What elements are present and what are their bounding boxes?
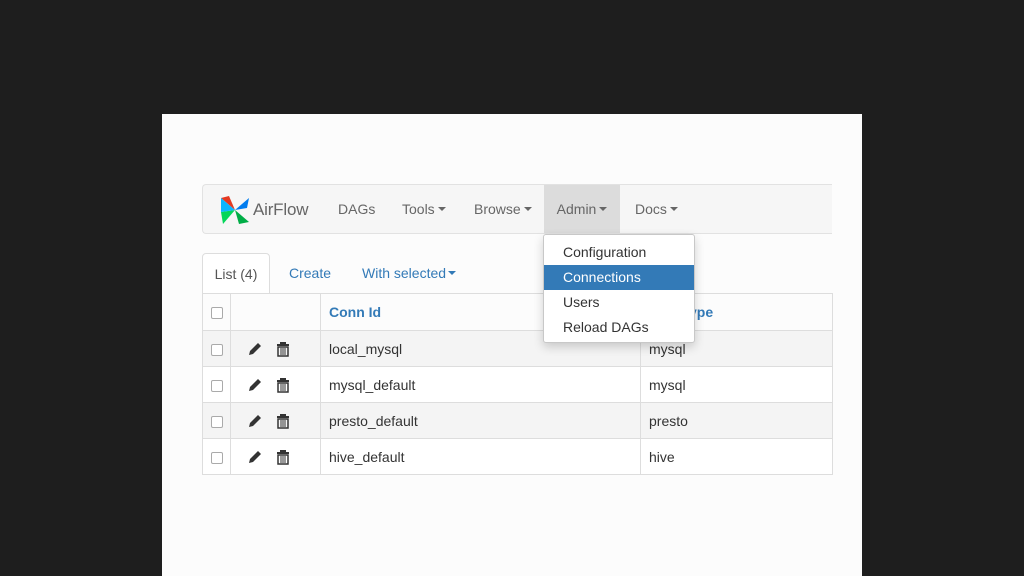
tab-with-selected[interactable]: With selected (362, 253, 457, 293)
brand-name: AirFlow (253, 200, 309, 219)
nav-browse-label: Browse (474, 201, 521, 217)
list-tabs: List (4) Create With selected (202, 253, 832, 294)
conn-id-cell: presto_default (320, 402, 641, 439)
table-row: hive_default hive (202, 438, 833, 475)
connections-table: Conn Id ype local_mysql mysql mysql_defa… (202, 293, 833, 475)
conn-type-cell: presto (640, 402, 833, 439)
nav-tools[interactable]: Tools (402, 185, 446, 233)
menu-item-configuration[interactable]: Configuration (544, 240, 694, 265)
caret-down-icon (448, 271, 457, 276)
select-all-cell (202, 293, 231, 331)
nav-dags[interactable]: DAGs (338, 185, 375, 233)
airflow-pinwheel-icon (221, 196, 249, 224)
nav-admin-label: Admin (556, 201, 597, 217)
nav-browse[interactable]: Browse (474, 185, 532, 233)
trash-icon[interactable] (275, 449, 291, 465)
table-header-row: Conn Id ype (202, 293, 833, 331)
tab-list[interactable]: List (4) (202, 253, 270, 294)
conn-id-cell: hive_default (320, 438, 641, 475)
tab-create[interactable]: Create (289, 253, 331, 293)
pencil-icon[interactable] (247, 413, 263, 429)
caret-down-icon (669, 207, 678, 212)
conn-type-cell: mysql (640, 366, 833, 403)
trash-icon[interactable] (275, 377, 291, 393)
caret-down-icon (599, 207, 608, 212)
row-checkbox[interactable] (211, 379, 223, 392)
row-checkbox[interactable] (211, 343, 223, 356)
menu-item-users[interactable]: Users (544, 290, 694, 315)
conn-id-cell: mysql_default (320, 366, 641, 403)
app-screen: AirFlow DAGs Tools Browse Admin Docs Con… (162, 114, 862, 576)
table-row: local_mysql mysql (202, 330, 833, 367)
caret-down-icon (523, 207, 532, 212)
conn-type-cell: hive (640, 438, 833, 475)
nav-docs[interactable]: Docs (635, 185, 678, 233)
trash-icon[interactable] (275, 413, 291, 429)
nav-docs-label: Docs (635, 201, 667, 217)
pencil-icon[interactable] (247, 449, 263, 465)
select-all-checkbox[interactable] (211, 307, 223, 320)
caret-down-icon (437, 207, 446, 212)
brand-logo[interactable]: AirFlow (219, 193, 308, 227)
pencil-icon[interactable] (247, 341, 263, 357)
menu-item-reload-dags[interactable]: Reload DAGs (544, 315, 694, 340)
with-selected-label: With selected (362, 265, 447, 281)
trash-icon[interactable] (275, 341, 291, 357)
admin-dropdown-menu: Configuration Connections Users Reload D… (543, 234, 695, 343)
nav-dags-label: DAGs (338, 201, 376, 217)
nav-tools-label: Tools (402, 201, 435, 217)
pencil-icon[interactable] (247, 377, 263, 393)
table-row: presto_default presto (202, 402, 833, 439)
table-row: mysql_default mysql (202, 366, 833, 403)
navbar: AirFlow DAGs Tools Browse Admin Docs (202, 184, 832, 234)
nav-admin[interactable]: Admin (544, 185, 620, 233)
actions-header (230, 293, 321, 331)
row-checkbox[interactable] (211, 451, 223, 464)
menu-item-connections[interactable]: Connections (544, 265, 694, 290)
row-checkbox[interactable] (211, 415, 223, 428)
